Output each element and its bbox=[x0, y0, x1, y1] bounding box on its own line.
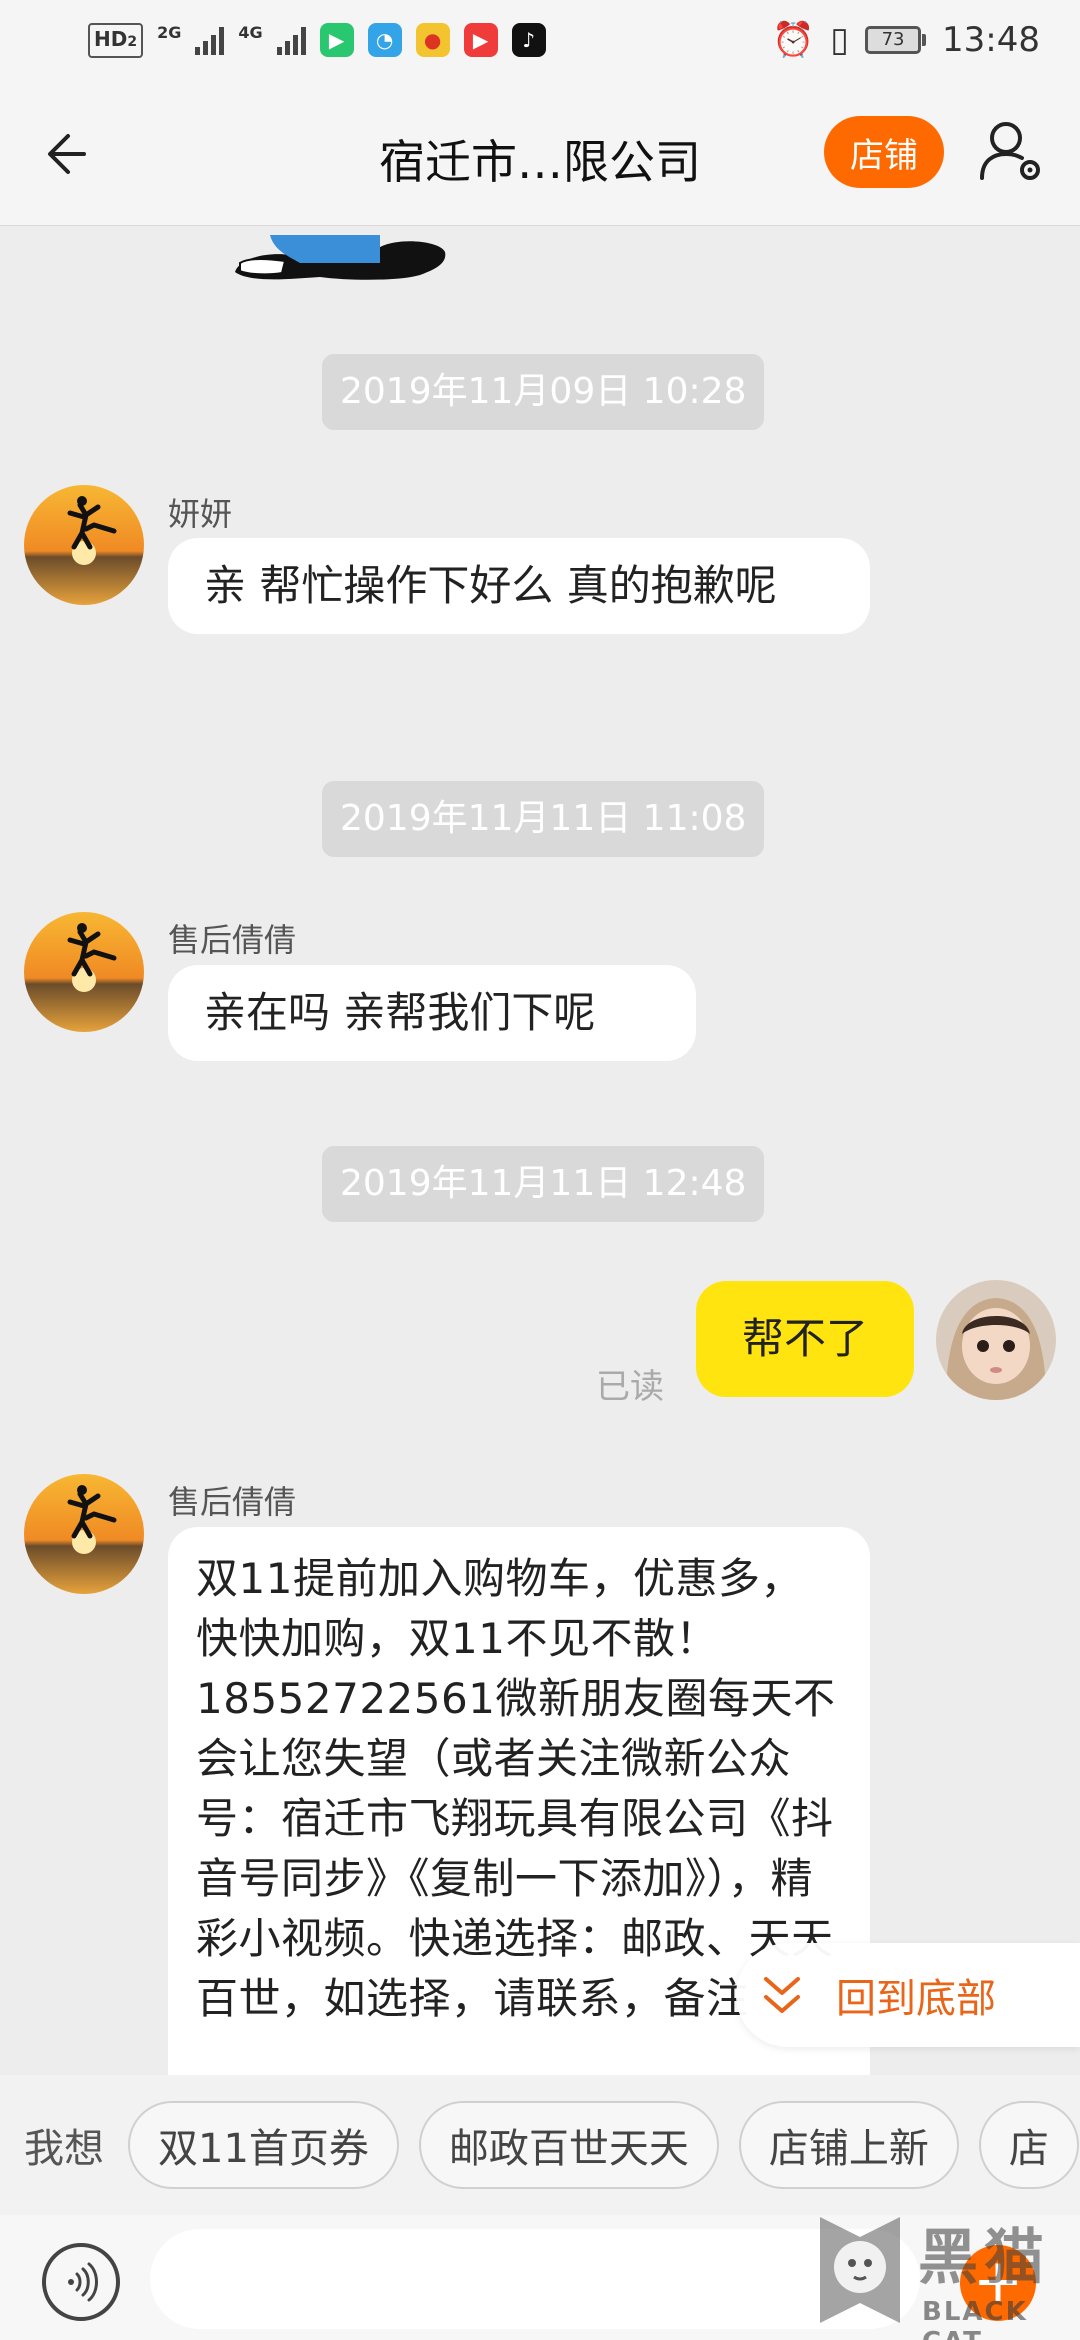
avatar[interactable] bbox=[24, 1474, 144, 1594]
video-app-icon: ▶ bbox=[319, 23, 354, 57]
signal-icon bbox=[276, 25, 306, 55]
message-bubble[interactable]: 亲在吗 亲帮我们下呢 bbox=[168, 965, 696, 1061]
sunset-avatar-icon bbox=[24, 485, 144, 605]
avatar[interactable] bbox=[24, 485, 144, 605]
my-avatar[interactable] bbox=[936, 1280, 1056, 1400]
network-type-1: 2G bbox=[157, 22, 182, 42]
input-bar: + bbox=[0, 2215, 1080, 2340]
battery-icon: 73 bbox=[865, 26, 927, 54]
clock: 13:48 bbox=[942, 20, 1040, 60]
store-button[interactable]: 店铺 bbox=[824, 116, 944, 188]
user-settings-icon bbox=[980, 122, 1040, 180]
sunset-avatar-icon bbox=[24, 912, 144, 1032]
quick-reply-chip[interactable]: 店 bbox=[978, 2101, 1079, 2189]
voice-icon bbox=[68, 2262, 98, 2302]
sender-name: 妍妍 bbox=[168, 495, 233, 533]
back-button[interactable] bbox=[40, 122, 104, 186]
hd-indicator: HD2 bbox=[88, 22, 144, 58]
vibrate-icon: ▯ bbox=[830, 20, 850, 60]
back-to-bottom-button[interactable]: 回到底部 bbox=[736, 1943, 1080, 2047]
chat-messages[interactable]: 2019年11月09日 10:28 妍妍 亲 帮忙操作下好么 真的抱歉呢 201… bbox=[0, 227, 1080, 2075]
message-input[interactable] bbox=[150, 2229, 920, 2329]
child-avatar-icon bbox=[936, 1280, 1056, 1400]
sender-name: 售后倩倩 bbox=[168, 1483, 297, 1521]
quick-reply-prefix: 我想 bbox=[24, 2126, 104, 2172]
my-message-bubble[interactable]: 帮不了 bbox=[696, 1281, 914, 1397]
weibo-icon: ● bbox=[415, 23, 450, 57]
message-timestamp: 2019年11月09日 10:28 bbox=[322, 354, 765, 430]
double-chevron-down-icon bbox=[764, 1977, 800, 2013]
back-arrow-icon bbox=[48, 134, 86, 174]
sticker-image bbox=[235, 235, 446, 280]
alarm-icon: ⏰ bbox=[771, 20, 815, 60]
message-bubble[interactable]: 亲 帮忙操作下好么 真的抱歉呢 bbox=[168, 538, 870, 634]
quick-reply-chip[interactable]: 双11首页券 bbox=[128, 2101, 399, 2189]
voice-button[interactable] bbox=[42, 2243, 120, 2321]
sender-name: 售后倩倩 bbox=[168, 921, 297, 959]
network-type-2: 4G bbox=[238, 22, 263, 42]
page-title: 宿迁市…限公司 bbox=[379, 135, 701, 189]
message-timestamp: 2019年11月11日 11:08 bbox=[322, 781, 765, 857]
signal-icon bbox=[195, 25, 225, 55]
quick-reply-bar: 我想 双11首页券 邮政百世天天 店铺上新 店 bbox=[0, 2075, 1080, 2215]
chat-header: 宿迁市…限公司 店铺 bbox=[0, 80, 1080, 226]
quick-reply-chip[interactable]: 店铺上新 bbox=[738, 2101, 959, 2189]
read-status: 已读 bbox=[596, 1367, 664, 1407]
sunset-avatar-icon bbox=[24, 1474, 144, 1594]
video-player-icon: ▶ bbox=[463, 23, 498, 57]
more-options-button[interactable]: + bbox=[960, 2245, 1036, 2321]
chat-app-icon: ◔ bbox=[367, 23, 402, 57]
message-timestamp: 2019年11月11日 12:48 bbox=[322, 1146, 765, 1222]
status-bar: HD2 2G 4G ▶ ◔ ● ▶ ♪ ⏰ ▯ 73 13:48 bbox=[0, 0, 1080, 80]
tiktok-icon: ♪ bbox=[511, 23, 546, 57]
user-settings-button[interactable] bbox=[976, 116, 1046, 186]
quick-reply-chip[interactable]: 邮政百世天天 bbox=[418, 2101, 719, 2189]
back-to-bottom-label: 回到底部 bbox=[836, 1976, 996, 2022]
avatar[interactable] bbox=[24, 912, 144, 1032]
